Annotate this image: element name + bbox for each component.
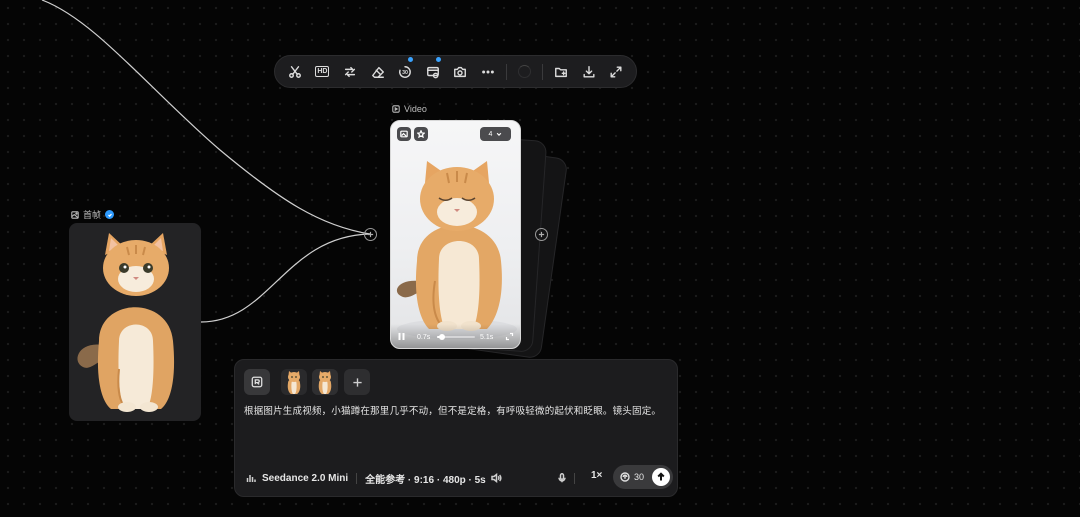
output-port-add-icon[interactable] [535,228,548,241]
cat-thumbnail [312,369,338,395]
reference-mode-button[interactable] [244,369,270,395]
plus-icon [352,377,362,387]
input-port-add-icon[interactable] [364,228,377,241]
fullscreen-icon [610,65,622,78]
loading-indicator [511,57,539,86]
microphone-icon [558,473,566,483]
generation-settings: Seedance 2.0 Mini 全能参考 · 9:16 · 480p · 5… [246,471,502,486]
model-selector[interactable]: Seedance 2.0 Mini [262,473,348,484]
variation-count-select[interactable]: 4 [480,127,511,141]
prompt-panel: 根据图片生成视频，小猫蹲在那里几乎不动，但不是定格，有呼吸轻微的起伏和眨眼。镜头… [234,359,678,497]
progress-bar[interactable] [437,334,475,340]
reference-thumbnail[interactable] [312,369,338,395]
video-controls: 0.7s 5.1s [391,324,520,348]
model-bars-icon [246,475,256,482]
camera-icon [454,66,467,77]
credits-cost: 30 [634,472,645,482]
arrow-up-icon [657,472,665,481]
verified-badge-icon [105,210,115,219]
toolbar-divider [542,63,544,80]
video-card[interactable]: 4 0.7s 5.1s [390,120,521,349]
save-to-folder-button[interactable] [547,57,575,86]
frame-rate-icon: 30 [399,65,412,78]
audio-icon[interactable] [491,473,502,483]
settings-divider [356,472,358,484]
first-frame-title: 首帧 [83,210,102,220]
cut-button[interactable] [281,57,309,86]
screenshot-button[interactable] [447,57,475,86]
voice-input-button[interactable] [555,471,569,485]
pause-icon[interactable] [397,332,406,341]
cat-thumbnail [287,371,301,394]
more-icon [482,70,494,73]
scissors-icon [288,65,301,78]
credits-icon [620,472,630,482]
hd-icon: HD [315,66,330,77]
video-edit-icon [426,66,439,78]
batch-multiplier[interactable]: 1× [591,470,602,481]
reference-icon [251,376,263,388]
video-edit-button[interactable] [419,57,447,86]
first-frame-node-label: 首帧 [71,208,115,221]
duration: 5.1s [480,334,494,341]
add-folder-icon [555,67,567,77]
settings-selector[interactable]: 全能参考 · 9:16 · 480p · 5s [365,471,486,486]
eraser-icon [371,66,384,78]
current-time: 0.7s [417,334,431,341]
badge-dot [435,57,441,62]
fullscreen-button[interactable] [602,57,630,86]
frame-rate-button[interactable]: 30 [391,57,419,86]
hd-button[interactable]: HD [309,57,337,86]
reference-image-button[interactable] [397,127,411,141]
send-button[interactable] [652,468,670,486]
cat-video-frame [396,161,517,339]
favorite-button[interactable] [414,127,428,141]
cat-image [77,233,175,412]
frame-rate-label: 30 [402,70,408,76]
video-node-title: Video [404,104,427,114]
expand-icon[interactable] [505,332,514,341]
controls-divider [574,473,575,484]
erase-button[interactable] [364,57,392,86]
loading-icon [518,65,531,78]
more-button[interactable] [474,57,502,86]
swap-icon [344,66,356,77]
image-icon [71,210,79,219]
download-icon [583,65,595,78]
progress-handle[interactable] [439,334,446,340]
reference-thumbnail[interactable] [281,369,307,395]
first-frame-card[interactable] [69,223,201,421]
video-toolbar: HD 30 [274,55,637,88]
variation-count: 4 [488,130,493,138]
add-reference-button[interactable] [344,369,370,395]
play-square-icon [392,105,400,113]
toolbar-divider [505,63,507,80]
image-reference-icon [400,130,408,138]
video-node-label: Video [392,104,427,114]
download-button[interactable] [575,57,603,86]
generate-control: 30 [613,465,673,489]
badge-dot [407,57,413,62]
chevron-down-icon [497,132,502,136]
swap-button[interactable] [336,57,364,86]
prompt-input[interactable]: 根据图片生成视频，小猫蹲在那里几乎不动，但不是定格，有呼吸轻微的起伏和眨眼。镜头… [244,405,669,419]
star-icon [417,130,425,138]
